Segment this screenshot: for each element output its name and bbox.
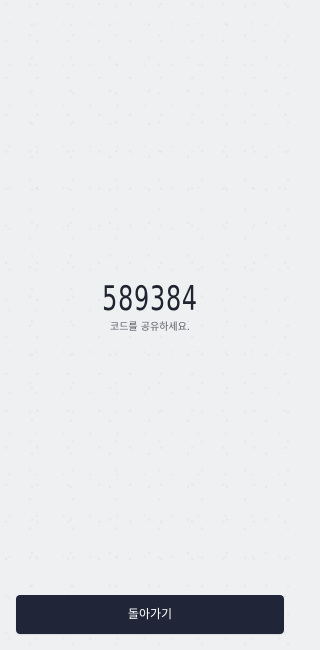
- share-code: 589384: [102, 279, 198, 319]
- back-button[interactable]: 돌아가기: [16, 595, 284, 634]
- code-display-area: 589384 코드를 공유하세요.: [0, 282, 300, 335]
- share-instruction: 코드를 공유하세요.: [110, 322, 190, 333]
- share-code-screen: 589384 코드를 공유하세요. 돌아가기: [0, 0, 300, 650]
